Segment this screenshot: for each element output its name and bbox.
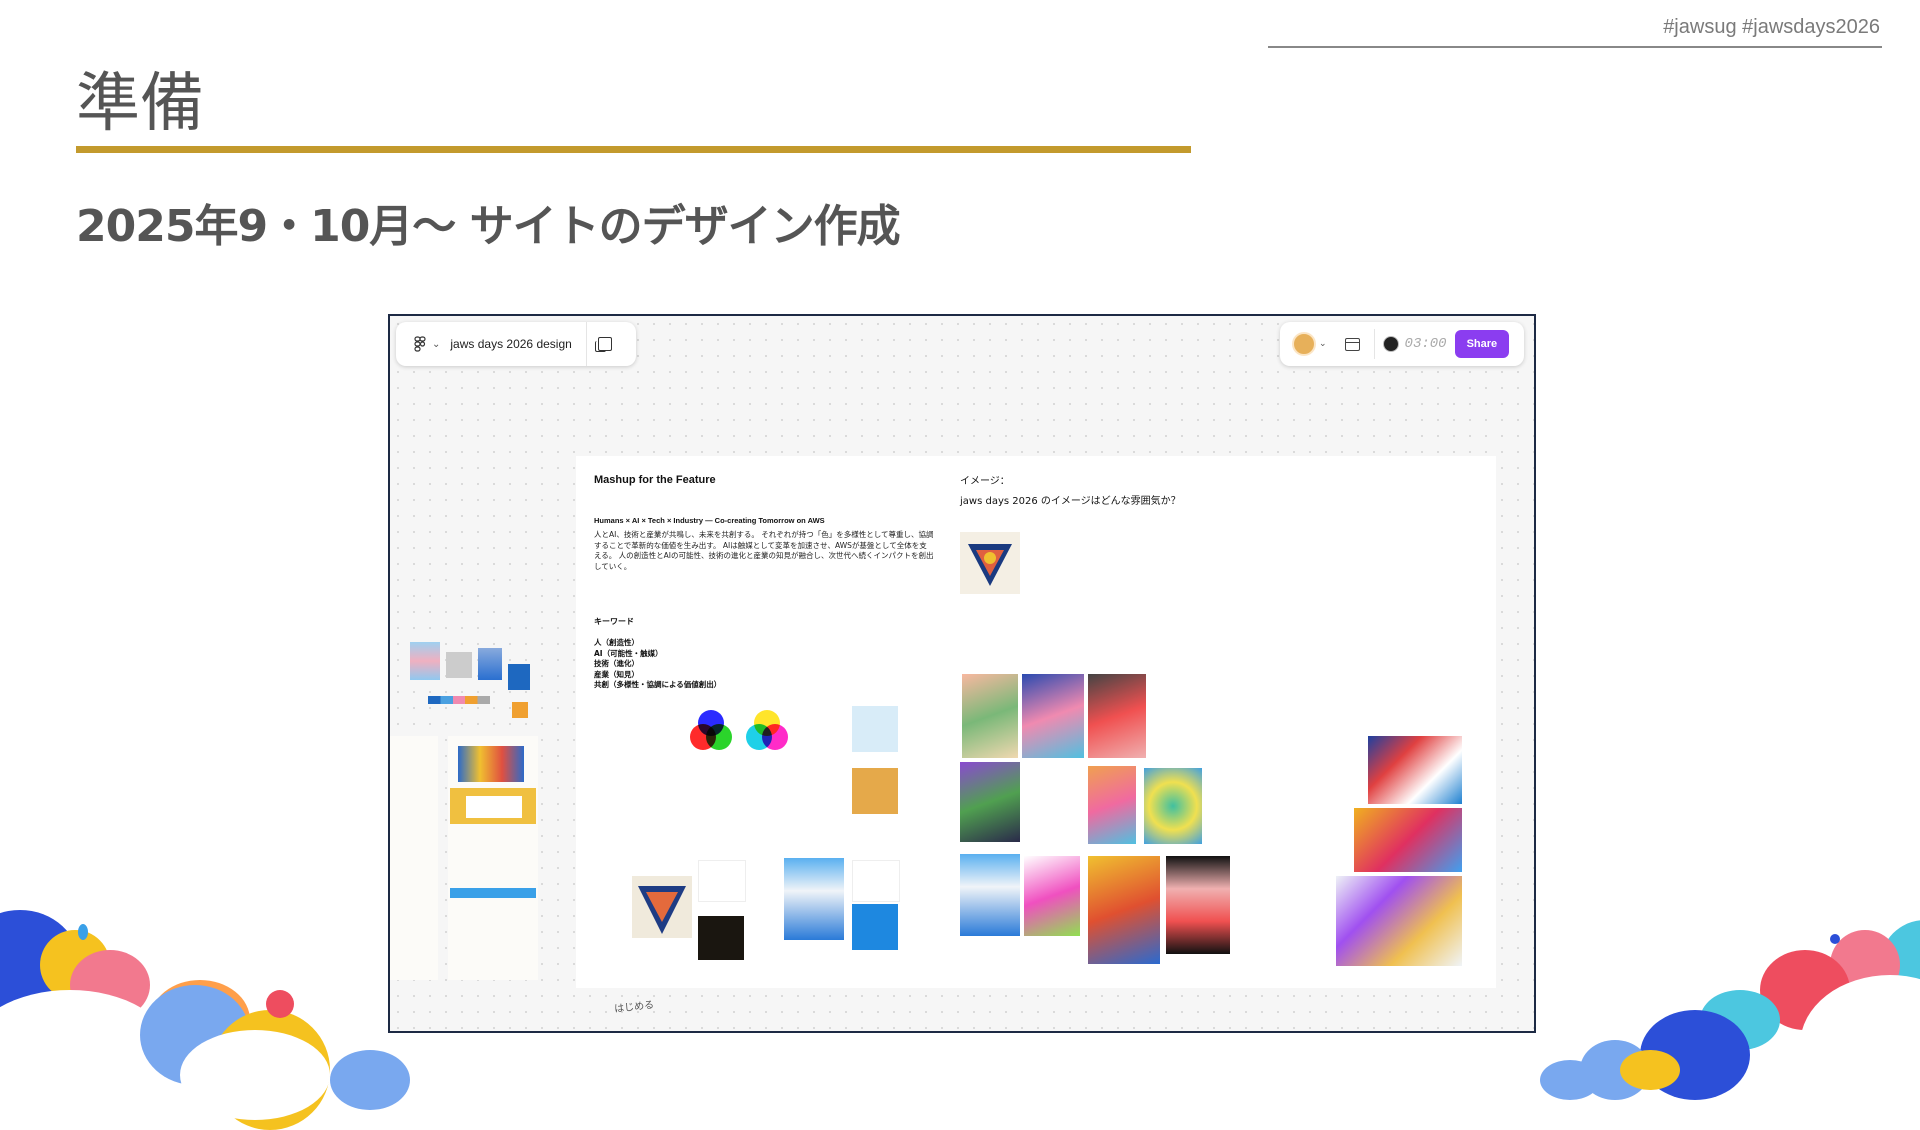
thumbnail[interactable] (458, 746, 524, 782)
bar (450, 888, 536, 898)
inspiration-image[interactable] (1368, 736, 1462, 804)
board-tagline: Humans × AI × Tech × Industry — Co-creat… (594, 516, 825, 525)
inspiration-image[interactable] (1088, 766, 1136, 844)
hashtag-divider (1268, 46, 1882, 48)
collab-toolbar: ⌄ 03:00 Share (1280, 322, 1524, 366)
timer[interactable]: 03:00 (1373, 329, 1447, 359)
slide-subtitle: 2025年9・10月〜 サイトのデザイン作成 (76, 201, 901, 252)
layout-icon[interactable] (1344, 337, 1360, 351)
concept-image[interactable] (960, 532, 1020, 594)
file-name[interactable]: jaws days 2026 design (450, 337, 571, 351)
sample-design[interactable] (784, 858, 844, 940)
cmy-circle (754, 710, 780, 736)
thumbnail[interactable] (512, 702, 528, 718)
title-underline (76, 146, 1191, 153)
inspiration-image[interactable] (1144, 768, 1202, 844)
handwritten-note: はじめる (613, 999, 655, 1016)
inspiration-image[interactable] (1354, 808, 1462, 872)
thumbnail[interactable] (478, 648, 502, 680)
thumbnail[interactable] (446, 652, 472, 678)
sample-blue (852, 904, 898, 950)
hashtags: #jawsug #jawsdays2026 (1663, 16, 1880, 38)
inspiration-image[interactable] (960, 762, 1020, 842)
inspiration-image[interactable] (1022, 674, 1084, 758)
image-question: jaws days 2026 のイメージはどんな雰囲気か？ (960, 496, 1181, 507)
inspiration-image[interactable] (1024, 856, 1080, 936)
keyword-item: 技術（進化） (594, 659, 639, 668)
keywords-title: キーワード (594, 617, 634, 626)
color-swatches (428, 696, 490, 704)
file-toolbar: ⌄ jaws days 2026 design (396, 322, 636, 366)
keyword-item: 人（創造性） (594, 638, 639, 647)
app-logo-icon[interactable] (406, 330, 434, 358)
slide-title: 準備 (76, 67, 204, 141)
share-button[interactable]: Share (1454, 330, 1510, 358)
sample-dark (698, 916, 744, 960)
board-description: 人とAI、技術と産業が共鳴し、未来を共創する。 それぞれが持つ「色」を多様性とし… (594, 530, 934, 571)
board-frame[interactable]: Mashup for the Feature Humans × AI × Tec… (576, 456, 1496, 988)
thumbnail-cluster[interactable] (410, 642, 440, 680)
keyword-item: 共創（多様性・協調による価値創出） (594, 680, 722, 689)
inspiration-image[interactable] (1166, 856, 1230, 954)
sample-card[interactable] (852, 860, 900, 902)
chevron-down-icon[interactable]: ⌄ (1319, 339, 1327, 349)
sample-card[interactable] (698, 860, 746, 902)
keyword-item: AI（可能性・触媒） (594, 648, 663, 658)
sample-design[interactable] (632, 876, 692, 938)
side-panel (390, 736, 438, 980)
inspiration-image[interactable] (960, 854, 1020, 936)
color-chip (852, 768, 898, 814)
timer-value: 03:00 (1404, 336, 1447, 352)
thumbnail (466, 796, 522, 818)
inspiration-image[interactable] (962, 674, 1018, 758)
board-heading: Mashup for the Feature (594, 474, 716, 486)
inspiration-image[interactable] (1088, 674, 1146, 758)
thumbnail[interactable] (508, 664, 530, 690)
inspiration-image[interactable] (1088, 856, 1160, 964)
inspiration-image[interactable] (1336, 876, 1462, 966)
avatar[interactable] (1292, 332, 1316, 356)
image-label: イメージ： (960, 476, 1010, 487)
keywords-list: 人（創造性） AI（可能性・触媒） 技術（進化） 産業（知見） 共創（多様性・協… (594, 638, 721, 691)
timer-icon (1382, 336, 1399, 352)
design-tool-screenshot: ⌄ jaws days 2026 design ⌄ 03:00 Share Ma… (388, 314, 1536, 1033)
pages-icon[interactable] (587, 322, 623, 366)
rgb-circle (698, 710, 724, 736)
chevron-down-icon[interactable]: ⌄ (432, 339, 440, 350)
keyword-item: 産業（知見） (594, 669, 639, 679)
color-chip (852, 706, 898, 752)
